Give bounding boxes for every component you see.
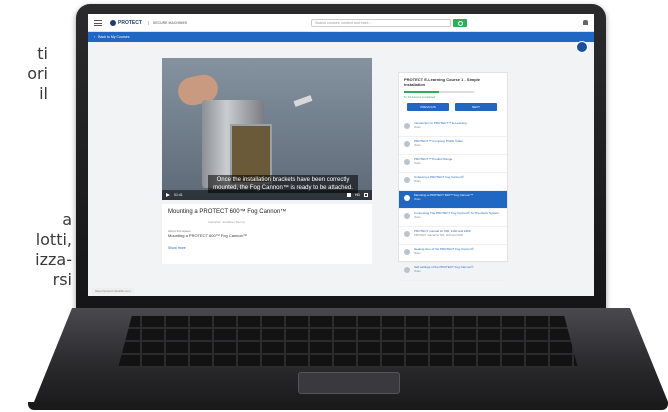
logo-mark-icon (110, 19, 116, 26)
lesson-item-type: Video (414, 161, 421, 165)
hamburger-menu-icon[interactable] (94, 19, 102, 26)
instructor-label: Instructor: Jonathan Tommy (208, 220, 245, 224)
logo-text: PROTECT (118, 19, 142, 26)
video-time: 01:41 (174, 193, 183, 197)
lesson-item[interactable]: PROTECT™ Company Profile Video Video (399, 137, 507, 155)
lesson-item-title: Self settings of the PROTECT Fog Cannon® (414, 265, 474, 269)
back-to-courses-link[interactable]: Back to My Courses (98, 35, 129, 39)
video-player[interactable]: Once the installation brackets have been… (162, 58, 372, 200)
logo-subtitle: SECURE MACHINES (147, 20, 187, 25)
background-text-top: ti ori il (0, 44, 48, 104)
lesson-title: Mounting a PROTECT 600™ Fog Cannon™ (168, 209, 287, 215)
lesson-item-type: PROTECT manual for 600, 1100 and 2200 (414, 233, 463, 237)
chat-icon[interactable] (576, 41, 588, 53)
lesson-item-type: Video (414, 197, 421, 201)
lesson-video-icon (404, 267, 410, 273)
lesson-item-title: Introduction to PROTECT™ E-Learning (414, 121, 467, 125)
fullscreen-icon[interactable] (364, 193, 368, 197)
lesson-item[interactable]: Self settings of the PROTECT Fog Cannon®… (399, 263, 507, 281)
lesson-item-type: Video (414, 269, 421, 273)
lesson-item[interactable]: Heating time of the PROTECT Fog Cannon® V… (399, 245, 507, 263)
keyboard (118, 316, 578, 368)
lesson-item[interactable]: PROTECT™ Product Range Video (399, 155, 507, 173)
course-panel: PROTECT E-Learning Course 1 - Simple Ins… (398, 72, 508, 281)
show-more-link[interactable]: Show more (168, 246, 366, 250)
lesson-item-title: Unboxing a PROTECT Fog Cannon® (414, 175, 464, 179)
laptop-base (28, 308, 668, 412)
back-arrow-icon[interactable]: ‹ (94, 35, 95, 39)
text-line: lotti, (35, 230, 72, 249)
lesson-item[interactable]: Connecting The PROTECT Fog Cannon® To Th… (399, 209, 507, 227)
lesson-item[interactable]: Mounting a PROTECT 600™ Fog Cannon™ Video (399, 191, 507, 209)
lesson-item-type: Video (414, 125, 421, 129)
background-text-bottom: a lotti, izza- rsi (0, 210, 72, 290)
lesson-item[interactable]: PROTECT manual for 600, 1100 and 2200 PRO… (399, 227, 507, 245)
lesson-item-type: Video (414, 143, 421, 147)
lesson-video-icon (404, 159, 410, 165)
lesson-video-icon (404, 249, 410, 255)
lesson-item-title: Mounting a PROTECT 600™ Fog Cannon™ (414, 193, 474, 197)
search-input[interactable]: Search courses, content and more... (311, 18, 452, 27)
volume-icon[interactable] (346, 193, 351, 197)
lesson-video-icon (404, 231, 410, 237)
status-url: https://protect.thinkific.com (92, 288, 134, 294)
text-line: ti (37, 44, 48, 63)
about-text: Mounting a PROTECT 600™ Fog Cannon™ (168, 233, 247, 238)
lesson-item-title: Heating time of the PROTECT Fog Cannon® (414, 247, 474, 251)
lesson-video-icon (404, 123, 410, 129)
touchpad (298, 372, 400, 394)
laptop-screen: PROTECT SECURE MACHINES Search courses, … (88, 14, 594, 296)
lesson-item[interactable]: Unboxing a PROTECT Fog Cannon® Video (399, 173, 507, 191)
lesson-video-icon (404, 141, 410, 147)
text-line: il (39, 84, 48, 103)
lesson-item-title: Connecting The PROTECT Fog Cannon® To Th… (414, 211, 500, 215)
lesson-item-title: PROTECT™ Company Profile Video (414, 139, 463, 143)
lesson-video-icon (404, 213, 410, 219)
lesson-item-type: Video (414, 179, 421, 183)
lesson-item[interactable]: Introduction to PROTECT™ E-Learning Video (399, 119, 507, 137)
course-title: PROTECT E-Learning Course 1 - Simple Ins… (404, 77, 481, 87)
text-line: ori (27, 64, 48, 83)
lesson-item-type: Video (414, 215, 421, 219)
quality-label[interactable]: HD (355, 193, 360, 197)
brand-logo[interactable]: PROTECT SECURE MACHINES (110, 19, 187, 26)
video-controls: 01:41 HD (162, 190, 372, 200)
course-progress-bar (404, 91, 474, 93)
breadcrumb-bar: ‹ Back to My Courses (88, 32, 594, 42)
text-line: a (62, 210, 72, 229)
notification-bell-icon[interactable] (583, 20, 588, 25)
previous-button[interactable]: PREVIOUS (407, 103, 449, 111)
play-icon[interactable] (166, 193, 170, 197)
lesson-info: Mounting a PROTECT 600™ Fog Cannon™ Inst… (162, 204, 372, 264)
lesson-item-type: Video (414, 251, 421, 255)
lesson-list: Introduction to PROTECT™ E-Learning Video… (399, 119, 507, 281)
search-button[interactable] (453, 18, 468, 27)
lesson-video-icon (404, 195, 410, 201)
lesson-video-icon (404, 177, 410, 183)
text-line: rsi (52, 270, 72, 289)
text-line: izza- (35, 250, 72, 269)
next-button[interactable]: NEXT (455, 103, 497, 111)
top-navbar: PROTECT SECURE MACHINES Search courses, … (88, 14, 594, 32)
